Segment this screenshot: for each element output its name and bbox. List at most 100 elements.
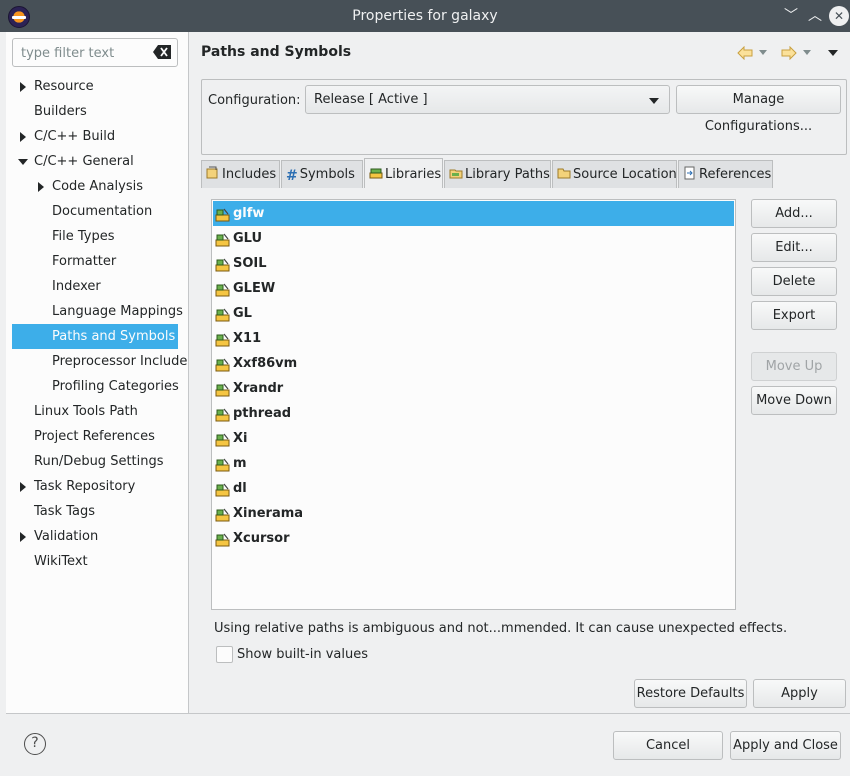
cancel-button[interactable]: Cancel bbox=[613, 731, 723, 760]
library-name: glfw bbox=[233, 206, 265, 221]
library-icon bbox=[215, 356, 230, 372]
library-icon bbox=[215, 256, 230, 272]
tree-item-builders[interactable]: Builders bbox=[6, 99, 189, 124]
chevron-right-icon[interactable] bbox=[17, 524, 29, 549]
library-row[interactable]: Xi bbox=[213, 426, 734, 451]
show-builtin-label[interactable]: Show built-in values bbox=[237, 647, 368, 662]
back-history-dropdown-icon[interactable] bbox=[759, 50, 767, 55]
minimize-button[interactable]: ﹀ bbox=[781, 6, 801, 26]
library-row[interactable]: glfw bbox=[213, 201, 734, 226]
tree-item-label: Run/Debug Settings bbox=[34, 454, 164, 469]
library-list[interactable]: glfw GLU SOIL GLEW GL X11 Xxf86vm Xrandr pthread… bbox=[211, 199, 736, 610]
manage-configurations-button[interactable]: Manage Configurations... bbox=[676, 85, 841, 134]
tab-symbols[interactable]: # Symbols bbox=[281, 160, 363, 188]
export-button[interactable]: Export bbox=[751, 301, 837, 330]
tree-item-label: Documentation bbox=[52, 204, 153, 219]
help-icon[interactable]: ? bbox=[24, 733, 46, 755]
library-row[interactable]: GL bbox=[213, 301, 734, 326]
library-row[interactable]: Xcursor bbox=[213, 526, 734, 551]
show-builtin-checkbox[interactable] bbox=[216, 646, 233, 663]
tree-item-label: WikiText bbox=[34, 554, 88, 569]
edit-button[interactable]: Edit... bbox=[751, 233, 837, 262]
tree-item-label: Validation bbox=[34, 529, 99, 544]
tree-item-code-analysis[interactable]: Code Analysis bbox=[6, 174, 189, 199]
chevron-down-icon[interactable] bbox=[17, 149, 29, 174]
tree-item-documentation[interactable]: Documentation bbox=[6, 199, 189, 224]
restore-defaults-button[interactable]: Restore Defaults bbox=[634, 679, 747, 708]
chevron-right-icon[interactable] bbox=[17, 474, 29, 499]
tree-item-label: Paths and Symbols bbox=[52, 329, 176, 344]
tree-item-run-debug-settings[interactable]: Run/Debug Settings bbox=[6, 449, 189, 474]
library-row[interactable]: pthread bbox=[213, 401, 734, 426]
tree-item-label: Builders bbox=[34, 104, 87, 119]
close-window-button[interactable]: ✕ bbox=[829, 6, 849, 26]
library-icon bbox=[215, 406, 230, 422]
library-row[interactable]: SOIL bbox=[213, 251, 734, 276]
library-row[interactable]: X11 bbox=[213, 326, 734, 351]
library-row[interactable]: m bbox=[213, 451, 734, 476]
tab-source-location[interactable]: Source Location bbox=[552, 160, 677, 188]
tree-item-task-tags[interactable]: Task Tags bbox=[6, 499, 189, 524]
tree-item-label: Linux Tools Path bbox=[34, 404, 138, 419]
apply-button[interactable]: Apply bbox=[753, 679, 846, 708]
back-arrow-icon[interactable] bbox=[737, 46, 753, 60]
tab-includes[interactable]: Includes bbox=[201, 160, 280, 188]
add-button[interactable]: Add... bbox=[751, 199, 837, 228]
filter-input[interactable] bbox=[21, 44, 151, 62]
apply-and-close-button[interactable]: Apply and Close bbox=[730, 731, 841, 760]
forward-arrow-icon[interactable] bbox=[781, 46, 797, 60]
tree-item-formatter[interactable]: Formatter bbox=[6, 249, 189, 274]
window-title: Properties for galaxy bbox=[352, 8, 498, 24]
library-row[interactable]: GLU bbox=[213, 226, 734, 251]
tab-label: Includes bbox=[222, 167, 277, 182]
configuration-select[interactable]: Release [ Active ] bbox=[305, 85, 670, 114]
tree-item-project-references[interactable]: Project References bbox=[6, 424, 189, 449]
tab-libraries[interactable]: Libraries bbox=[364, 158, 443, 188]
tree-item-profiling-categories[interactable]: Profiling Categories bbox=[6, 374, 189, 399]
tree-item-label: Profiling Categories bbox=[52, 379, 179, 394]
tree-item-label: File Types bbox=[52, 229, 115, 244]
tab-references[interactable]: References bbox=[678, 160, 773, 188]
tree-item-paths-and-symbols[interactable]: Paths and Symbols bbox=[12, 324, 178, 349]
chevron-right-icon[interactable] bbox=[17, 74, 29, 99]
library-name: GL bbox=[233, 306, 252, 321]
library-row[interactable]: Xrandr bbox=[213, 376, 734, 401]
library-name: Xi bbox=[233, 431, 248, 446]
delete-button[interactable]: Delete bbox=[751, 267, 837, 296]
relative-paths-warning: Using relative paths is ambiguous and no… bbox=[214, 621, 788, 636]
view-menu-icon[interactable] bbox=[828, 50, 838, 56]
maximize-button[interactable]: ︿ bbox=[805, 6, 825, 26]
tree-item-file-types[interactable]: File Types bbox=[6, 224, 189, 249]
library-row[interactable]: GLEW bbox=[213, 276, 734, 301]
configuration-label: Configuration: bbox=[208, 93, 301, 108]
tree-item-indexer[interactable]: Indexer bbox=[6, 274, 189, 299]
tab-library-paths[interactable]: Library Paths bbox=[444, 160, 551, 188]
tree-item-linux-tools-path[interactable]: Linux Tools Path bbox=[6, 399, 189, 424]
library-row[interactable]: Xxf86vm bbox=[213, 351, 734, 376]
tree-item-c-c-build[interactable]: C/C++ Build bbox=[6, 124, 189, 149]
library-icon bbox=[215, 531, 230, 547]
library-icon bbox=[215, 281, 230, 297]
library-row[interactable]: dl bbox=[213, 476, 734, 501]
dialog-separator bbox=[6, 713, 850, 714]
tree-item-resource[interactable]: Resource bbox=[6, 74, 189, 99]
tree-item-task-repository[interactable]: Task Repository bbox=[6, 474, 189, 499]
tree-item-c-c-general[interactable]: C/C++ General bbox=[6, 149, 189, 174]
references-icon bbox=[683, 161, 699, 189]
move-down-button[interactable]: Move Down bbox=[751, 386, 837, 415]
library-name: pthread bbox=[233, 406, 292, 421]
tree-item-wikitext[interactable]: WikiText bbox=[6, 549, 189, 574]
move-up-button[interactable]: Move Up bbox=[751, 352, 837, 381]
library-icon bbox=[215, 381, 230, 397]
chevron-right-icon[interactable] bbox=[17, 124, 29, 149]
tree-item-validation[interactable]: Validation bbox=[6, 524, 189, 549]
clear-filter-icon[interactable] bbox=[153, 45, 171, 59]
tree-item-preprocessor-include[interactable]: Preprocessor Include bbox=[6, 349, 189, 374]
forward-history-dropdown-icon[interactable] bbox=[803, 50, 811, 55]
library-name: Xrandr bbox=[233, 381, 284, 396]
library-row[interactable]: Xinerama bbox=[213, 501, 734, 526]
tree-item-label: Code Analysis bbox=[52, 179, 143, 194]
tree-item-label: Resource bbox=[34, 79, 94, 94]
tree-item-language-mappings[interactable]: Language Mappings bbox=[6, 299, 189, 324]
chevron-right-icon[interactable] bbox=[35, 174, 47, 199]
